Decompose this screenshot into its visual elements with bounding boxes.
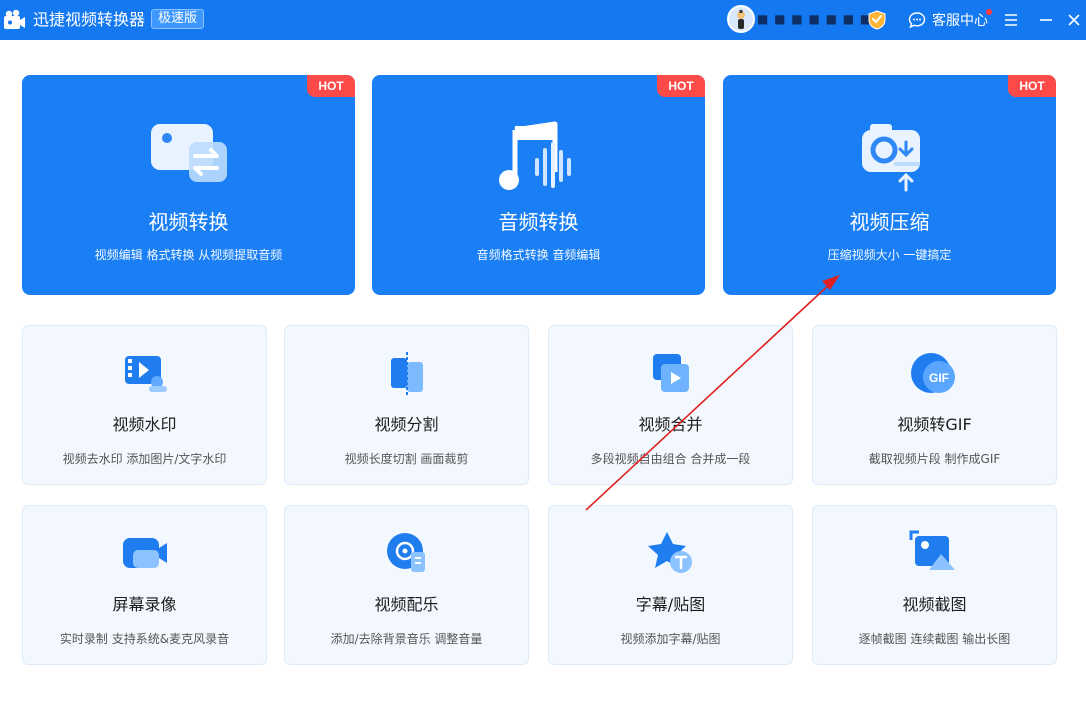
video-convert-icon — [151, 124, 227, 182]
notification-dot — [986, 9, 992, 15]
tool-card-video-to-gif[interactable]: GIF 视频转GIF 截取视频片段 制作成GIF — [812, 325, 1057, 485]
video-split-icon — [391, 352, 423, 396]
tool-subtitle: 逐帧截图 连续截图 输出长图 — [858, 632, 1011, 646]
user-avatar[interactable] — [727, 5, 755, 33]
tool-subtitle: 实时录制 支持系统&麦克风录音 — [59, 632, 230, 646]
feature-title: 视频压缩 — [849, 210, 930, 234]
tool-title: 视频转GIF — [897, 415, 972, 434]
tool-subtitle: 添加/去除背景音乐 调整音量 — [330, 632, 483, 646]
avatar-figure-icon — [737, 10, 745, 29]
tool-title: 字幕/贴图 — [635, 595, 706, 614]
video-compress-icon — [862, 124, 920, 192]
tool-title: 视频截图 — [902, 595, 967, 614]
tool-card-video-merge[interactable]: 视频合并 多段视频自由组合 合并成一段 — [548, 325, 793, 485]
feature-subtitle: 音频格式转换 音频编辑 — [476, 248, 601, 262]
hot-badge: HOT — [1008, 75, 1056, 97]
customer-service-label: 客服中心 — [932, 13, 988, 29]
audio-convert-icon — [499, 121, 571, 190]
edition-badge: 极速版 — [151, 9, 205, 29]
app-title: 迅捷视频转换器 — [33, 10, 146, 29]
gif-label: GIF — [929, 371, 949, 385]
feature-subtitle: 压缩视频大小 一键搞定 — [827, 248, 952, 262]
feature-title: 视频转换 — [148, 210, 229, 234]
chat-bubble-icon — [908, 12, 926, 29]
menu-icon[interactable] — [999, 8, 1023, 32]
tool-card-video-music[interactable]: 视频配乐 添加/去除背景音乐 调整音量 — [284, 505, 529, 665]
hot-badge: HOT — [307, 75, 355, 97]
title-bar: 迅捷视频转换器 极速版 ■ ■ ■ ■ ■ ■ ■ l 客服中心 — [0, 0, 1086, 40]
username-label[interactable]: ■ ■ ■ ■ ■ ■ ■ l — [757, 11, 881, 27]
subtitle-sticker-icon — [648, 532, 692, 573]
feature-card-audio-convert[interactable]: HOT 音频转换 音频格式转换 音频编辑 — [372, 75, 705, 295]
hot-badge: HOT — [657, 75, 705, 97]
tool-title: 视频配乐 — [374, 595, 439, 614]
tool-card-video-split[interactable]: 视频分割 视频长度切割 画面裁剪 — [284, 325, 529, 485]
vip-shield-icon[interactable] — [868, 10, 886, 30]
feature-card-video-convert[interactable]: HOT 视频转换 视频编辑 格式转换 从视频提取音频 — [22, 75, 355, 295]
tool-title: 视频水印 — [112, 415, 177, 434]
tool-subtitle: 视频添加字幕/贴图 — [620, 632, 721, 646]
video-watermark-icon — [125, 356, 167, 392]
tool-subtitle: 视频去水印 添加图片/文字水印 — [62, 452, 227, 466]
tool-title: 屏幕录像 — [112, 595, 177, 614]
video-screenshot-icon — [909, 530, 955, 570]
tool-card-screen-record[interactable]: 屏幕录像 实时录制 支持系统&麦克风录音 — [22, 505, 267, 665]
feature-title: 音频转换 — [498, 210, 579, 234]
tool-subtitle: 多段视频自由组合 合并成一段 — [590, 452, 751, 466]
video-merge-icon — [653, 354, 689, 392]
video-music-icon — [387, 533, 425, 572]
feature-card-video-compress[interactable]: HOT 视频压缩 压缩视频大小 一键搞定 — [723, 75, 1056, 295]
app-logo-icon — [4, 9, 25, 29]
tool-card-subtitle-sticker[interactable]: 字幕/贴图 视频添加字幕/贴图 — [548, 505, 793, 665]
tool-card-video-watermark[interactable]: 视频水印 视频去水印 添加图片/文字水印 — [22, 325, 267, 485]
screen-record-icon — [123, 538, 167, 568]
tool-subtitle: 截取视频片段 制作成GIF — [868, 452, 1001, 466]
close-icon[interactable] — [1062, 8, 1086, 32]
video-to-gif-icon: GIF — [911, 353, 955, 393]
tool-title: 视频分割 — [374, 415, 439, 434]
tool-title: 视频合并 — [638, 415, 703, 434]
tool-card-video-screenshot[interactable]: 视频截图 逐帧截图 连续截图 输出长图 — [812, 505, 1057, 665]
customer-service-button[interactable]: 客服中心 — [908, 9, 988, 31]
tool-subtitle: 视频长度切割 画面裁剪 — [344, 452, 469, 466]
feature-subtitle: 视频编辑 格式转换 从视频提取音频 — [94, 248, 283, 262]
minimize-icon[interactable] — [1034, 8, 1058, 32]
